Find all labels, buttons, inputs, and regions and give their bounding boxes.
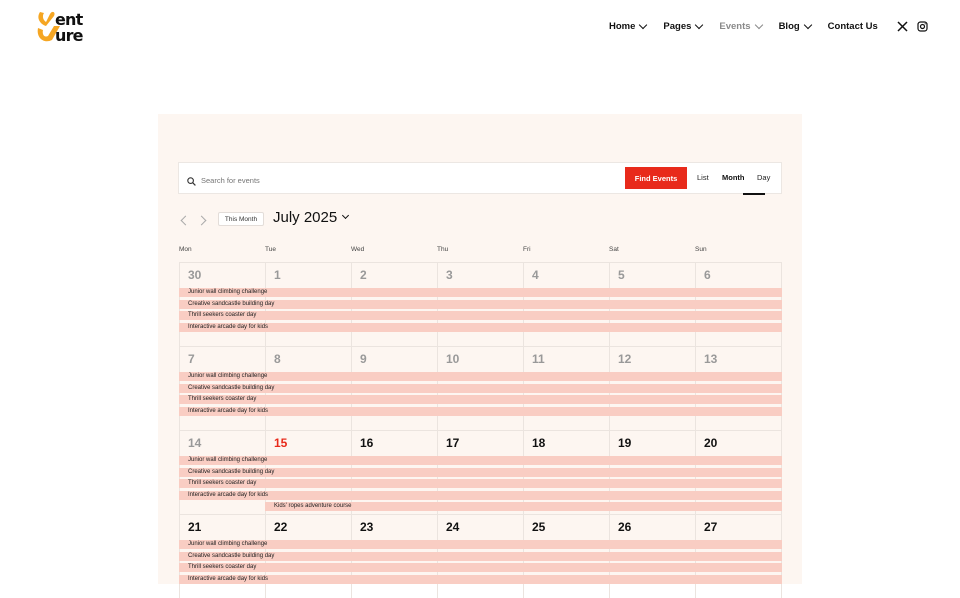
x-icon[interactable]	[897, 19, 908, 32]
day-number: 24	[446, 520, 460, 534]
this-month-button[interactable]: This Month	[218, 212, 264, 226]
event-bar[interactable]: Interactive arcade day for kids	[179, 406, 782, 416]
main-nav: Home Pages Events Blog Contact Us	[609, 17, 878, 35]
day-number: 14	[188, 436, 202, 450]
event-bar[interactable]: Creative sandcastle building day	[179, 383, 782, 393]
next-month-arrow-icon[interactable]	[196, 215, 207, 226]
event-bar[interactable]: Thrill seekers coaster day	[179, 479, 782, 488]
day-number: 1	[274, 268, 281, 282]
events-search-bar: Find Events List Month Day	[178, 162, 782, 195]
weekday-header: Sat	[609, 246, 619, 253]
weekday-header: Sun	[695, 246, 707, 253]
chevron-down-icon	[754, 20, 763, 29]
instagram-icon[interactable]	[917, 19, 928, 32]
nav-events-label: Events	[719, 20, 751, 32]
day-number: 26	[618, 520, 632, 534]
find-events-button[interactable]: Find Events	[625, 167, 687, 189]
event-bar[interactable]: Junior wall climbing challenge	[179, 288, 782, 297]
search-icon	[187, 173, 196, 186]
view-day[interactable]: Day	[757, 173, 770, 182]
view-list[interactable]: List	[697, 173, 709, 182]
day-number: 11	[532, 352, 545, 366]
month-picker[interactable]: July 2025	[273, 209, 337, 226]
weekday-header: Thu	[437, 246, 449, 253]
day-number: 25	[532, 520, 546, 534]
weekday-header: Mon	[179, 246, 192, 253]
site-header: ent ure Home Pages Events Blog Contact U…	[0, 0, 960, 60]
nav-blog-label: Blog	[778, 20, 800, 32]
day-number: 3	[446, 268, 453, 282]
event-bar[interactable]: Thrill seekers coaster day	[179, 311, 782, 320]
day-number: 2	[360, 268, 367, 282]
nav-events[interactable]: Events	[719, 20, 763, 32]
day-number: 4	[532, 268, 539, 282]
chevron-down-icon[interactable]	[341, 211, 350, 220]
nav-pages[interactable]: Pages	[663, 20, 704, 32]
day-number: 12	[618, 352, 632, 366]
day-number: 15	[274, 436, 288, 450]
nav-home[interactable]: Home	[609, 20, 648, 32]
event-bar[interactable]: Junior wall climbing challenge	[179, 456, 782, 465]
day-number: 18	[532, 436, 546, 450]
day-number: 30	[188, 268, 202, 282]
event-bar[interactable]: Interactive arcade day for kids	[179, 322, 782, 332]
event-bar[interactable]: Thrill seekers coaster day	[179, 563, 782, 572]
view-month[interactable]: Month	[722, 173, 745, 182]
search-input[interactable]	[199, 171, 603, 189]
day-number: 6	[704, 268, 711, 282]
day-number: 8	[274, 352, 281, 366]
event-bar[interactable]: Kids' ropes adventure course	[265, 502, 782, 511]
event-bar[interactable]: Junior wall climbing challenge	[179, 540, 782, 549]
day-number: 22	[274, 520, 288, 534]
events-calendar: Find Events List Month Day This Month Ju…	[158, 114, 802, 598]
day-number: 21	[188, 520, 202, 534]
day-number: 19	[618, 436, 632, 450]
logo-text-bottom: ure	[55, 26, 84, 45]
day-number: 7	[188, 352, 195, 366]
nav-contact-label: Contact Us	[827, 20, 878, 32]
day-number: 23	[360, 520, 374, 534]
previous-month-arrow-icon[interactable]	[180, 215, 191, 226]
day-number: 20	[704, 436, 718, 450]
day-number: 5	[618, 268, 625, 282]
nav-home-label: Home	[609, 20, 636, 32]
chevron-down-icon	[803, 20, 812, 29]
day-number: 17	[446, 436, 460, 450]
month-navigation: This Month July 2025	[178, 209, 478, 232]
day-number: 10	[446, 352, 460, 366]
day-number: 13	[704, 352, 718, 366]
chevron-down-icon	[639, 20, 648, 29]
weekday-header: Tue	[265, 246, 276, 253]
nav-pages-label: Pages	[663, 20, 692, 32]
event-bar[interactable]: Creative sandcastle building day	[179, 551, 782, 561]
active-view-indicator	[743, 193, 765, 195]
event-bar[interactable]: Creative sandcastle building day	[179, 299, 782, 309]
event-bar[interactable]: Interactive arcade day for kids	[179, 490, 782, 500]
event-bar[interactable]: Thrill seekers coaster day	[179, 395, 782, 404]
day-number: 27	[704, 520, 718, 534]
day-number: 16	[360, 436, 374, 450]
day-number: 9	[360, 352, 367, 366]
chevron-down-icon	[695, 20, 704, 29]
social-links	[897, 19, 928, 32]
nav-blog[interactable]: Blog	[778, 20, 812, 32]
venture-logo[interactable]: ent ure	[34, 8, 102, 46]
weekday-header: Wed	[351, 246, 365, 253]
weekday-header: Fri	[523, 246, 531, 253]
nav-contact[interactable]: Contact Us	[828, 21, 878, 32]
event-bar[interactable]: Creative sandcastle building day	[179, 467, 782, 477]
event-bar[interactable]: Junior wall climbing challenge	[179, 372, 782, 381]
